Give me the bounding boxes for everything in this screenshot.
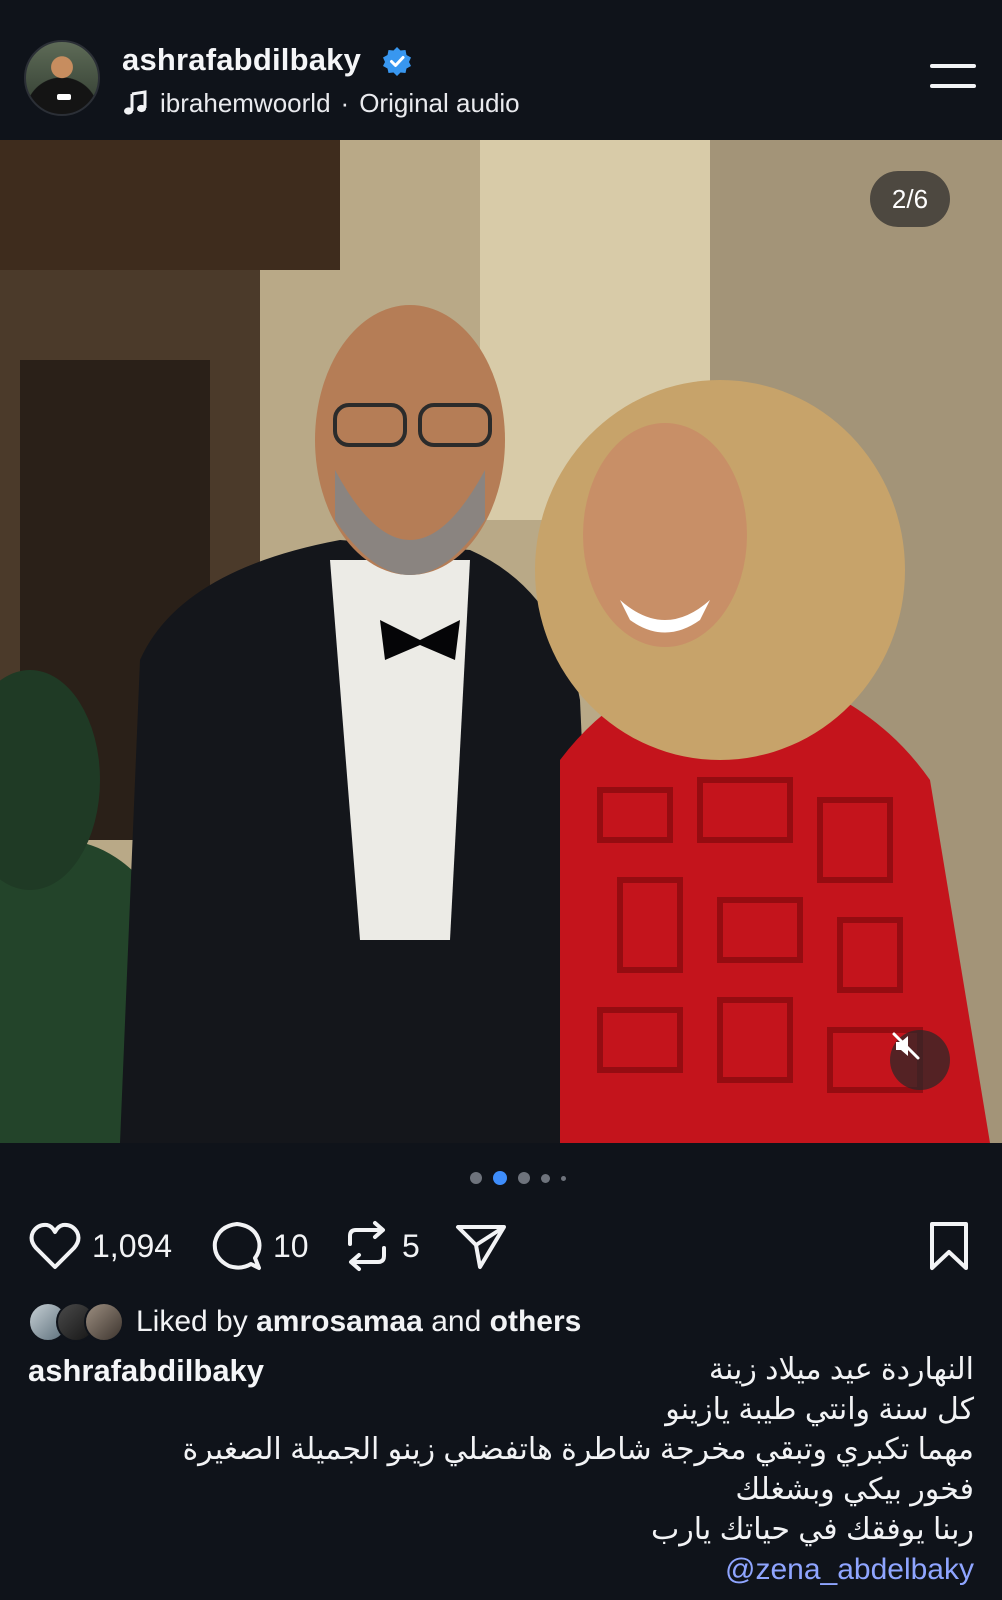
share-action[interactable]	[454, 1218, 508, 1274]
comment-count: 10	[273, 1227, 309, 1264]
liked-by-connector: and	[431, 1305, 482, 1338]
carousel-dot	[561, 1175, 566, 1181]
carousel-dot-active	[493, 1171, 507, 1185]
repost-icon[interactable]	[342, 1220, 392, 1272]
menu-icon[interactable]	[926, 60, 976, 92]
liked-by-text: Liked by amrosamaa and others	[136, 1305, 581, 1339]
liked-by-prefix: Liked by	[136, 1305, 248, 1338]
profile-avatar[interactable]	[24, 40, 100, 116]
audio-label[interactable]: Original audio	[359, 88, 519, 119]
verified-badge-icon	[383, 47, 411, 76]
audio-info[interactable]: ibrahemwoorld · Original audio	[122, 86, 520, 120]
carousel-dot	[518, 1172, 530, 1184]
caption-line: مهما تكبري وتبقي مخرجة شاطرة هاتفضلي زين…	[182, 1433, 974, 1466]
carousel-dot	[541, 1173, 550, 1183]
post-photo[interactable]: 2/6	[0, 140, 1002, 1143]
bookmark-action[interactable]	[926, 1218, 972, 1274]
bookmark-icon[interactable]	[926, 1220, 972, 1272]
mute-button[interactable]	[890, 1030, 950, 1090]
liker-avatar[interactable]	[84, 1302, 124, 1342]
caption-line: كل سنة وانتي طيبة يازينو	[665, 1393, 974, 1426]
music-icon	[124, 90, 147, 115]
liked-by-row[interactable]: Liked by amrosamaa and others	[28, 1300, 581, 1344]
audio-author[interactable]: ibrahemwoorld	[160, 88, 331, 119]
carousel-dot	[470, 1172, 482, 1184]
action-bar: 1,094 10 5	[28, 1218, 978, 1274]
liked-by-others[interactable]: others	[490, 1305, 582, 1338]
repost-action[interactable]: 5	[342, 1218, 420, 1274]
post-header: ashrafabdilbaky ibrahemwoorld · Original…	[0, 0, 1002, 140]
mute-icon	[892, 1032, 920, 1060]
caption-line: فخور بيكي وبشغلك	[735, 1473, 974, 1506]
caption-line: النهاردة عيد ميلاد زينة	[708, 1353, 974, 1386]
liked-by-user[interactable]: amrosamaa	[256, 1305, 423, 1338]
like-action[interactable]: 1,094	[28, 1218, 172, 1274]
comment-action[interactable]: 10	[211, 1218, 309, 1274]
like-count: 1,094	[92, 1227, 173, 1264]
post-caption: النهاردة عيد ميلاد زينة كل سنة وانتي طيب…	[114, 1350, 974, 1590]
photo-illustration	[0, 140, 1002, 1143]
audio-separator: ·	[340, 87, 350, 118]
caption-line: ربنا يوفقك في حياتك يارب	[651, 1513, 974, 1546]
post-username[interactable]: ashrafabdilbaky	[122, 42, 361, 78]
carousel-dots	[470, 1170, 566, 1186]
repost-count: 5	[402, 1227, 420, 1264]
media-counter: 2/6	[870, 171, 950, 227]
heart-icon[interactable]	[28, 1221, 82, 1271]
caption-mention[interactable]: @zena_abdelbaky	[725, 1553, 974, 1586]
share-icon[interactable]	[454, 1221, 508, 1271]
comment-icon[interactable]	[211, 1220, 263, 1272]
